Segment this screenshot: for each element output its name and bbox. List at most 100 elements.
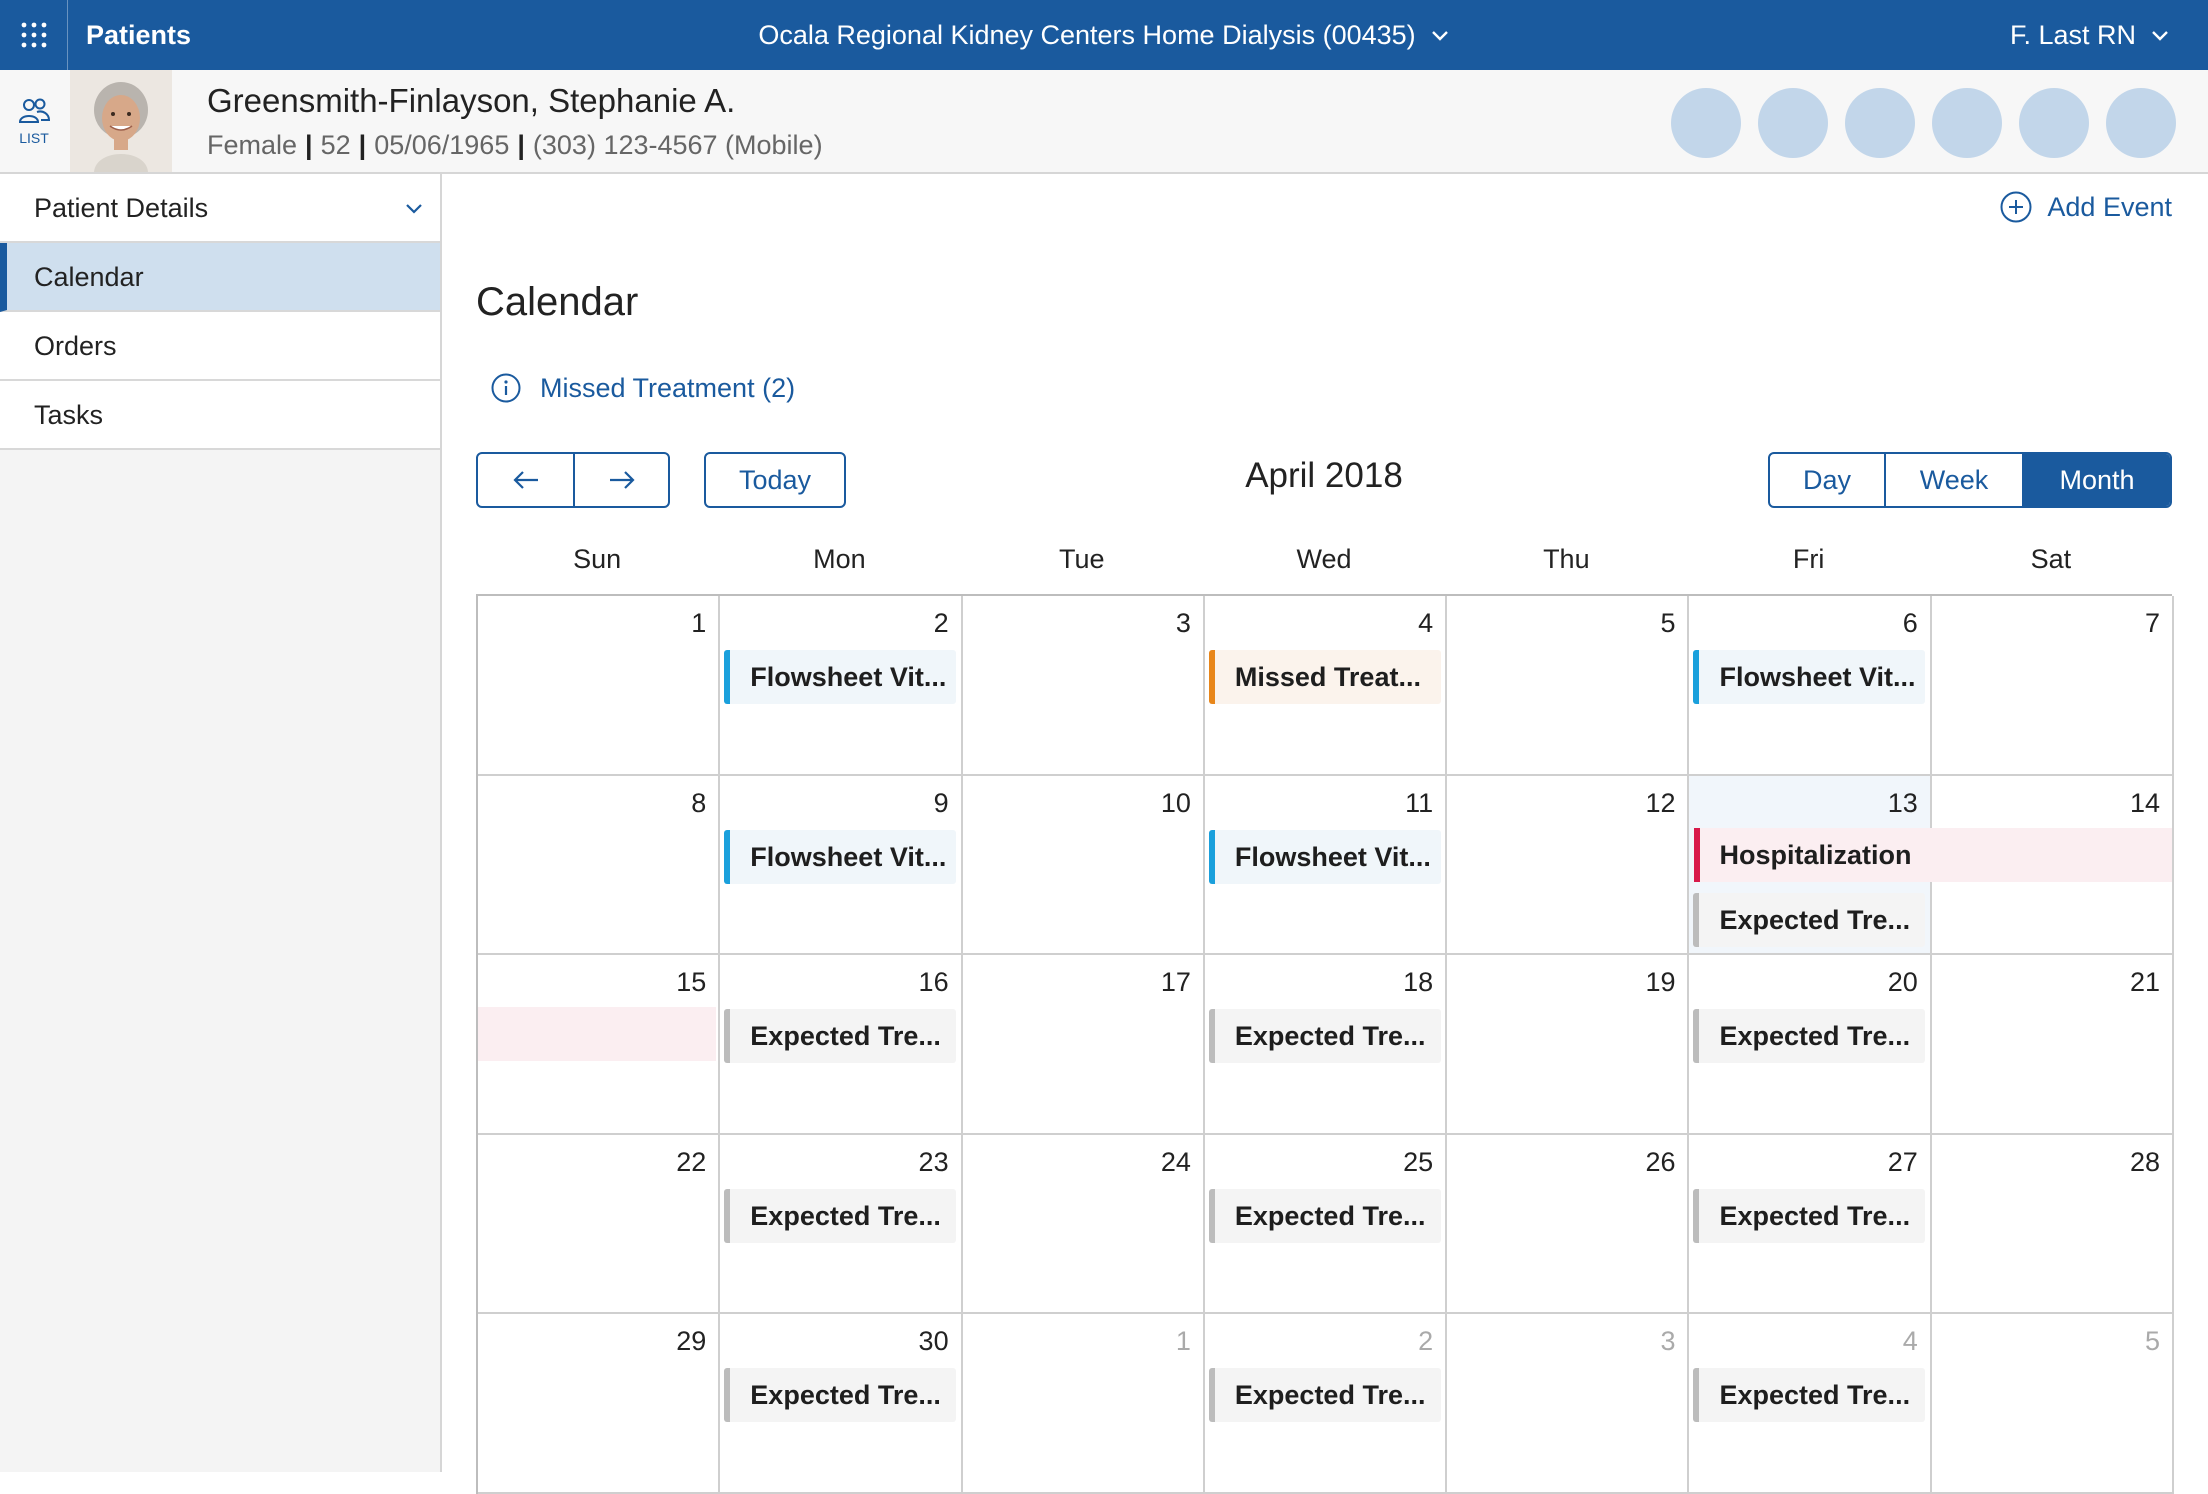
calendar-event[interactable]: Expected Tre... <box>1693 1188 1926 1243</box>
calendar-event[interactable]: Expected Tre... <box>1693 892 1926 947</box>
calendar-event[interactable]: Expected Tre... <box>1208 1188 1441 1243</box>
calendar-event[interactable]: Missed Treat... <box>1208 650 1441 704</box>
month-calendar: Sun Mon Tue Wed Thu Fri Sat 1 2 Flowsheet … <box>476 536 2175 1494</box>
hospitalization-event-continuation[interactable] <box>478 1007 717 1062</box>
calendar-day-cell[interactable]: 18 Expected Tre... <box>1204 955 1448 1135</box>
header-circle-button[interactable] <box>1932 88 2002 158</box>
weekday-label: Sat <box>2030 544 2072 574</box>
calendar-day-cell[interactable]: 11 Flowsheet Vit... <box>1204 775 1448 956</box>
sidebar-item-calendar[interactable]: Calendar <box>0 243 440 312</box>
calendar-day-cell[interactable]: 7 <box>1931 596 2175 776</box>
patient-gender: Female <box>207 130 298 160</box>
calendar-day-cell[interactable]: 1 <box>962 1314 1205 1494</box>
calendar-event[interactable]: Expected Tre... <box>724 1188 957 1243</box>
weekday-label: Thu <box>1543 544 1590 574</box>
calendar-event[interactable]: Expected Tre... <box>1208 1009 1441 1064</box>
view-day-button[interactable]: Day <box>1770 454 1884 506</box>
facility-selector[interactable]: Ocala Regional Kidney Centers Home Dialy… <box>758 20 1449 51</box>
patient-name: Greensmith-Finlayson, Stephanie A. <box>207 82 736 119</box>
view-month-button[interactable]: Month <box>2022 454 2170 506</box>
header-circle-button[interactable] <box>2106 88 2176 158</box>
calendar-day-cell[interactable]: 5 <box>1931 1314 2175 1494</box>
sidebar-item-patient-details[interactable]: Patient Details <box>0 174 440 243</box>
day-number: 1 <box>691 608 707 638</box>
calendar-day-cell[interactable]: 3 <box>1447 1314 1690 1494</box>
header-circle-button[interactable] <box>1671 88 1741 158</box>
calendar-event[interactable]: Flowsheet Vit... <box>1208 829 1441 884</box>
day-number: 14 <box>2130 787 2161 818</box>
patient-avatar <box>70 70 172 172</box>
calendar-day-cell[interactable]: 29 <box>478 1314 721 1494</box>
header-circle-button[interactable] <box>2019 88 2089 158</box>
user-menu[interactable]: F. Last RN <box>2010 0 2170 70</box>
calendar-day-cell[interactable]: 2 Expected Tre... <box>1204 1314 1448 1494</box>
calendar-day-cell[interactable]: 28 <box>1931 1134 2175 1315</box>
day-number: 1 <box>1175 1326 1191 1357</box>
day-number: 4 <box>1418 608 1434 638</box>
calendar-day-cell[interactable]: 4 Expected Tre... <box>1689 1314 1932 1494</box>
day-number: 18 <box>1403 967 1434 998</box>
calendar-event[interactable]: Flowsheet Vit... <box>724 650 957 704</box>
header-action-circles <box>1671 88 2176 158</box>
day-number: 3 <box>1660 1326 1676 1357</box>
day-number: 3 <box>1175 608 1191 638</box>
calendar-day-cell[interactable]: 23 Expected Tre... <box>720 1134 963 1315</box>
calendar-day-cell[interactable]: 1 <box>478 596 721 776</box>
calendar-day-cell[interactable]: 25 Expected Tre... <box>1204 1134 1448 1315</box>
calendar-day-cell[interactable]: 3 <box>962 596 1205 776</box>
patient-list-button[interactable]: LIST <box>0 70 68 172</box>
calendar-day-cell[interactable]: 16 Expected Tre... <box>720 955 963 1135</box>
calendar-day-cell[interactable]: 19 <box>1447 955 1690 1135</box>
day-number: 11 <box>1405 787 1434 818</box>
calendar-event[interactable]: Expected Tre... <box>724 1368 957 1423</box>
facility-label: Ocala Regional Kidney Centers Home Dialy… <box>758 19 1416 50</box>
calendar-day-cell[interactable]: 9 Flowsheet Vit... <box>720 775 963 956</box>
calendar-day-cell[interactable]: 5 <box>1447 596 1690 776</box>
view-switcher: Day Week Month <box>1768 452 2172 508</box>
main-content: Add Event Calendar Missed Treatment (2) … <box>444 174 2208 1494</box>
calendar-day-cell[interactable]: 4 Missed Treat... <box>1204 596 1448 776</box>
calendar-day-cell[interactable]: 21 <box>1931 955 2175 1135</box>
calendar-day-cell[interactable]: 2 Flowsheet Vit... <box>720 596 963 776</box>
header-circle-button[interactable] <box>1845 88 1915 158</box>
apps-grid-icon[interactable] <box>0 0 68 70</box>
calendar-event[interactable]: Expected Tre... <box>1693 1009 1926 1064</box>
calendar-event[interactable]: Expected Tre... <box>724 1009 957 1064</box>
calendar-day-cell[interactable]: 17 <box>962 955 1205 1135</box>
day-number: 28 <box>2130 1146 2161 1177</box>
sidebar-item-orders[interactable]: Orders <box>0 312 440 381</box>
sidebar-item-label: Calendar <box>34 262 144 292</box>
app-name: Patients <box>86 20 192 50</box>
sidebar-item-tasks[interactable]: Tasks <box>0 381 440 450</box>
calendar-day-cell[interactable]: 24 <box>962 1134 1205 1315</box>
add-event-button[interactable]: Add Event <box>1999 190 2172 224</box>
calendar-day-cell[interactable]: 20 Expected Tre... <box>1689 955 1932 1135</box>
patient-age: 52 <box>320 130 351 160</box>
calendar-day-cell[interactable]: 6 Flowsheet Vit... <box>1689 596 1932 776</box>
hospitalization-event[interactable]: Hospitalization <box>1693 827 2173 882</box>
calendar-day-cell[interactable]: 10 <box>962 775 1205 956</box>
day-number: 2 <box>933 608 949 638</box>
calendar-day-cell[interactable]: 27 Expected Tre... <box>1689 1134 1932 1315</box>
day-number: 27 <box>1887 1146 1918 1177</box>
day-number: 19 <box>1645 967 1676 998</box>
calendar-event[interactable]: Expected Tre... <box>1693 1368 1926 1423</box>
weekday-label: Fri <box>1792 544 1825 574</box>
calendar-day-cell[interactable]: 30 Expected Tre... <box>720 1314 963 1494</box>
header-circle-button[interactable] <box>1758 88 1828 158</box>
calendar-day-cell[interactable]: 12 <box>1447 775 1690 956</box>
calendar-day-cell[interactable]: 26 <box>1447 1134 1690 1315</box>
info-icon <box>491 373 521 403</box>
missed-treatment-link[interactable]: Missed Treatment (2) <box>490 372 795 404</box>
calendar-event[interactable]: Expected Tre... <box>1208 1368 1441 1423</box>
calendar-event[interactable]: Flowsheet Vit... <box>1693 650 1926 704</box>
view-week-button[interactable]: Week <box>1884 454 2022 506</box>
calendar-day-cell[interactable]: 8 <box>478 775 721 956</box>
day-number: 17 <box>1160 967 1191 998</box>
sidebar-item-label: Tasks <box>34 400 104 430</box>
chevron-down-icon <box>406 204 422 214</box>
day-number: 26 <box>1645 1146 1676 1177</box>
calendar-event[interactable]: Flowsheet Vit... <box>724 829 957 884</box>
calendar-day-cell[interactable]: 22 <box>478 1134 721 1315</box>
sidebar-item-label: Patient Details <box>34 193 209 223</box>
